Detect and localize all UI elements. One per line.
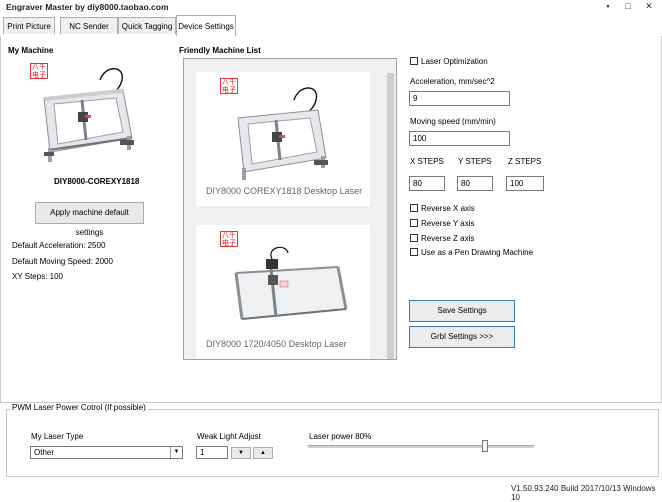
arrow-down-icon: ▼ [238,450,244,456]
my-machine-heading: My Machine [8,46,54,55]
tab-quick-tagging[interactable]: Quick Tagging [118,17,176,34]
apply-defaults-button[interactable]: Apply machine default settings [35,202,144,237]
y-steps-label: Y STEPS [458,157,492,166]
tab-device-settings[interactable]: Device Settings [176,15,236,36]
laser-optimization-label: Laser Optimization [421,57,488,66]
reverse-z-checkbox[interactable] [410,234,418,242]
scroll-thumb[interactable] [387,73,394,359]
weak-light-increase-button[interactable]: ▲ [253,447,273,459]
laser-type-select[interactable]: Other ▼ [30,446,183,459]
x-steps-label: X STEPS [410,157,444,166]
reverse-x-label: Reverse X axis [421,204,475,213]
list-scrollbar[interactable] [385,59,396,359]
laser-power-slider[interactable] [308,445,534,448]
machine-caption: DIY8000 COREXY1818 Desktop Laser [206,186,363,196]
save-settings-button[interactable]: Save Settings [409,300,515,322]
pen-drawing-label: Use as a Pen Drawing Machine [421,248,534,257]
acceleration-label: Acceleration, mm/sec^2 [410,77,495,86]
xy-steps: XY Steps: 100 [12,272,63,281]
moving-speed-label: Moving speed (mm/min) [410,117,496,126]
list-item[interactable]: 八千电子 DIY8000 COREXY1818 Desktop Laser [196,72,370,206]
my-machine-image: 八千电子 [30,60,150,170]
z-steps-label: Z STEPS [508,157,542,166]
weak-light-input[interactable]: 1 [196,446,228,459]
tab-print-picture[interactable]: Print Picture [3,17,55,34]
version-status: V1.50.93.240 Build 2017/10/13 Windows 10 [511,484,656,502]
grbl-settings-button[interactable]: Grbl Settings >>> [409,326,515,348]
reverse-y-checkbox[interactable] [410,219,418,227]
machine-thumbnail [237,87,328,180]
acceleration-input[interactable]: 9 [409,91,510,106]
arrow-up-icon: ▲ [260,450,266,456]
laser-type-value: Other [34,448,55,457]
x-steps-input[interactable]: 80 [409,176,445,191]
chevron-down-icon: ▼ [170,447,182,458]
window-title: Engraver Master by diy8000.taobao.com [6,2,169,12]
moving-speed-input[interactable]: 100 [409,131,510,146]
default-acceleration: Default Acceleration: 2500 [12,241,106,250]
machine-caption: DIY8000 1720/4050 Desktop Laser [206,339,347,349]
reverse-y-label: Reverse Y axis [421,219,475,228]
tab-nc-sender[interactable]: NC Sender [60,17,118,34]
reverse-x-checkbox[interactable] [410,204,418,212]
list-item[interactable]: 八千电子 DIY8000 1720/4050 Desktop Laser [196,225,370,359]
minimize-button[interactable]: ▪ [599,1,617,12]
y-steps-input[interactable]: 80 [457,176,493,191]
pwm-group-title: PWM Laser Power Cotrol (If possible) [10,403,148,412]
laser-type-label: My Laser Type [31,432,84,441]
pwm-group-box [6,409,659,477]
default-moving-speed: Default Moving Speed: 2000 [12,257,113,266]
reverse-z-label: Reverse Z axis [421,234,475,243]
z-steps-input[interactable]: 100 [506,176,544,191]
friendly-machine-list[interactable]: 八千电子 DIY8000 COREXY1818 Desktop Laser 八千… [183,58,397,360]
machine-thumbnail [234,246,348,320]
friendly-list-heading: Friendly Machine List [179,46,261,55]
close-button[interactable]: ✕ [640,1,658,12]
pen-drawing-checkbox[interactable] [410,248,418,256]
laser-optimization-checkbox[interactable] [410,57,418,65]
weak-light-label: Weak Light Adjust [197,432,261,441]
laser-power-slider-thumb[interactable] [481,440,488,452]
weak-light-decrease-button[interactable]: ▼ [231,447,251,459]
maximize-button[interactable]: □ [619,1,637,12]
laser-power-label: Laser power 80% [309,432,372,441]
machine-name: DIY8000-COREXY1818 [54,177,140,186]
